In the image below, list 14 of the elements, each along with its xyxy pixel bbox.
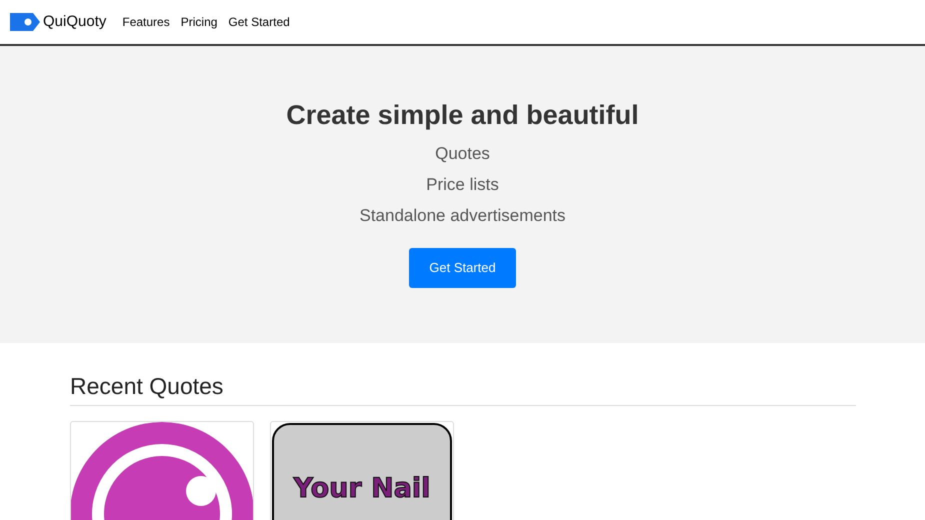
brand-link[interactable]: QuiQuoty: [10, 10, 106, 34]
quote-card[interactable]: Your Nail: [270, 421, 454, 520]
hero-item: Price lists: [426, 174, 499, 196]
tag-logo-icon: [10, 13, 40, 31]
hero-item: Standalone advertisements: [359, 205, 566, 227]
hero-title: Create simple and beautiful: [286, 99, 639, 132]
get-started-button[interactable]: Get Started: [409, 248, 516, 288]
nav-link[interactable]: Get Started: [228, 13, 290, 31]
hero-item: Quotes: [435, 143, 490, 165]
nav-link[interactable]: Pricing: [180, 13, 218, 31]
quote-card[interactable]: [70, 421, 254, 520]
section-heading: Recent Quotes: [70, 371, 856, 406]
nav-link[interactable]: Features: [122, 13, 170, 31]
preview-text: Your Nail: [294, 475, 430, 506]
